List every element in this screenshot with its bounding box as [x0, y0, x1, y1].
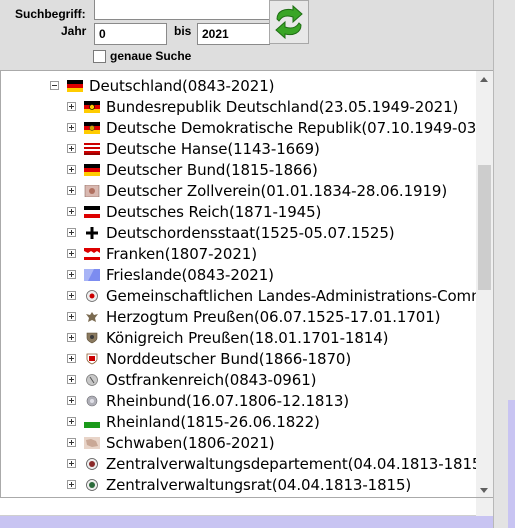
tree-item[interactable]: Herzogtum Preußen(06.07.1525-17.01.1701) — [67, 306, 441, 327]
tree-item[interactable]: Deutscher Zollverein(01.01.1834-28.06.19… — [67, 180, 447, 201]
tree-item[interactable]: Deutschordensstaat(1525-05.07.1525) — [67, 222, 395, 243]
tree-item[interactable]: Schwaben(1806-2021) — [67, 432, 275, 453]
tree-item-label: Deutscher Zollverein(01.01.1834-28.06.19… — [106, 181, 448, 200]
expand-toggle[interactable] — [67, 207, 76, 216]
expand-toggle[interactable] — [67, 144, 76, 153]
refresh-icon — [275, 5, 303, 39]
horizontal-scrollbar[interactable] — [0, 498, 476, 516]
tree-item-label: Deutscher Bund(1815-1866) — [106, 160, 318, 179]
expand-toggle[interactable] — [67, 249, 76, 258]
expand-toggle[interactable] — [67, 459, 76, 468]
tree-item[interactable]: Deutsche Hanse(1143-1669) — [67, 138, 320, 159]
tree-item-label: Gemeinschaftlichen Landes-Administration… — [106, 286, 493, 305]
tree-item[interactable]: Rheinland(1815-26.06.1822) — [67, 411, 320, 432]
expand-toggle[interactable] — [67, 186, 76, 195]
year-from-input[interactable] — [94, 23, 167, 45]
flag-gdr-icon — [84, 121, 100, 134]
bis-label: bis — [174, 24, 192, 38]
country-tree[interactable]: Deutschland(0843-2021) Bundesrepublik De… — [0, 70, 493, 498]
exact-search-label: genaue Suche — [110, 49, 192, 63]
expand-toggle[interactable] — [67, 333, 76, 342]
eagle-icon — [86, 311, 98, 322]
flag-germany-icon — [67, 79, 83, 92]
tree-item[interactable]: Frieslande(0843-2021) — [67, 264, 274, 285]
expand-toggle[interactable] — [67, 396, 76, 405]
expand-toggle[interactable] — [67, 417, 76, 426]
tree-item[interactable]: Zentralverwaltungsrat(04.04.1813-1815) — [67, 474, 411, 495]
map-icon — [84, 436, 100, 449]
tree-item-label: Deutsche Demokratische Republik(07.10.19… — [106, 118, 492, 137]
tree-item-label: Schwaben(1806-2021) — [106, 433, 275, 452]
expand-toggle[interactable] — [67, 480, 76, 489]
tree-item-label: Herzogtum Preußen(06.07.1525-17.01.1701) — [106, 307, 441, 326]
seal-icon — [86, 457, 98, 470]
tree-item[interactable]: Deutsche Demokratische Republik(07.10.19… — [67, 117, 492, 138]
expand-toggle[interactable] — [67, 375, 76, 384]
expand-toggle[interactable] — [67, 438, 76, 447]
expand-toggle[interactable] — [67, 354, 76, 363]
coin-icon — [86, 373, 98, 386]
tree-item-label: Zentralverwaltungsdepartement(04.04.1813… — [106, 454, 488, 473]
flag-rheinland-icon — [84, 415, 100, 428]
year-to-input[interactable] — [197, 23, 270, 45]
scroll-down-icon[interactable] — [480, 488, 488, 493]
tree-item[interactable]: Gemeinschaftlichen Landes-Administration… — [67, 285, 493, 306]
expand-toggle[interactable] — [67, 228, 76, 237]
tree-item-label: Deutsches Reich(1871-1945) — [106, 202, 322, 221]
emblem-zollverein-icon — [84, 184, 100, 197]
tree-item-label: Rheinland(1815-26.06.1822) — [106, 412, 320, 431]
flag-bund-icon — [84, 163, 100, 176]
exact-search-option[interactable]: genaue Suche — [93, 49, 191, 63]
tree-item-label: Norddeutscher Bund(1866-1870) — [106, 349, 352, 368]
refresh-button[interactable] — [269, 0, 309, 44]
tree-item[interactable]: Deutsches Reich(1871-1945) — [67, 201, 321, 222]
tree-item[interactable]: Rheinbund(16.07.1806-12.1813) — [67, 390, 349, 411]
exact-search-checkbox[interactable] — [93, 49, 106, 63]
expand-toggle[interactable] — [67, 291, 76, 300]
flag-reich-icon — [84, 205, 100, 218]
flag-friesland-icon — [84, 268, 100, 281]
tree-item-label: Königreich Preußen(18.01.1701-1814) — [106, 328, 389, 347]
expand-toggle[interactable] — [67, 102, 76, 111]
cross-icon — [84, 226, 100, 239]
tree-item-label: Bundesrepublik Deutschland(23.05.1949-20… — [106, 97, 459, 116]
search-panel: Suchbegriff: Jahr bis genaue Suche — [0, 0, 515, 70]
search-term-label: Suchbegriff: — [15, 7, 86, 21]
window-bottom-border — [0, 516, 515, 528]
seal-icon — [86, 289, 98, 302]
search-term-input[interactable] — [94, 0, 270, 20]
collapse-toggle[interactable] — [50, 81, 59, 90]
tree-item[interactable]: Norddeutscher Bund(1866-1870) — [67, 348, 351, 369]
tree-item[interactable]: Deutscher Bund(1815-1866) — [67, 159, 318, 180]
flag-franken-icon — [84, 247, 100, 260]
tree-item-label: Deutsche Hanse(1143-1669) — [106, 139, 320, 158]
expand-toggle[interactable] — [67, 270, 76, 279]
tree-item-label: Frieslande(0843-2021) — [106, 265, 274, 284]
flag-hanse-icon — [84, 142, 100, 155]
tree-root-label: Deutschland(0843-2021) — [89, 76, 275, 95]
tree-item-label: Franken(1807-2021) — [106, 244, 257, 263]
side-accent — [508, 400, 515, 528]
tree-item-label: Deutschordensstaat(1525-05.07.1525) — [106, 223, 395, 242]
expand-toggle[interactable] — [67, 165, 76, 174]
expand-toggle[interactable] — [67, 312, 76, 321]
flag-frg-icon — [84, 100, 100, 113]
year-label: Jahr — [61, 24, 87, 38]
tree-item-label: Ostfrankenreich(0843-0961) — [106, 370, 317, 389]
seal-icon — [86, 478, 98, 491]
tree-root-deutschland[interactable]: Deutschland(0843-2021) — [50, 75, 274, 96]
scrollbar-thumb[interactable] — [478, 165, 491, 290]
coat-of-arms-red-icon — [86, 353, 98, 364]
tree-item[interactable]: Bundesrepublik Deutschland(23.05.1949-20… — [67, 96, 458, 117]
coat-of-arms-icon — [86, 332, 98, 343]
tree-item[interactable]: Zentralverwaltungsdepartement(04.04.1813… — [67, 453, 487, 474]
tree-item-label: Zentralverwaltungsrat(04.04.1813-1815) — [106, 475, 412, 494]
tree-item[interactable]: Ostfrankenreich(0843-0961) — [67, 369, 316, 390]
tree-item-label: Rheinbund(16.07.1806-12.1813) — [106, 391, 350, 410]
tree-item[interactable]: Königreich Preußen(18.01.1701-1814) — [67, 327, 389, 348]
medal-icon — [86, 395, 98, 406]
scroll-up-icon[interactable] — [480, 77, 488, 82]
tree-item[interactable]: Franken(1807-2021) — [67, 243, 257, 264]
expand-toggle[interactable] — [67, 123, 76, 132]
